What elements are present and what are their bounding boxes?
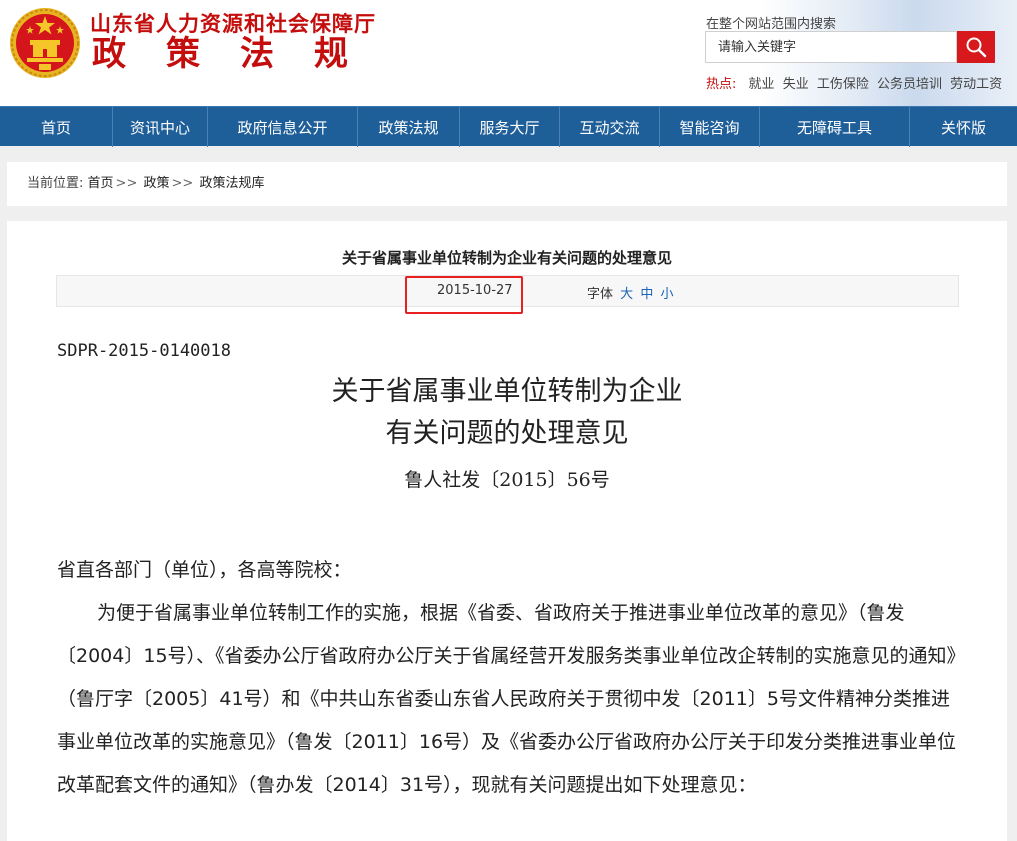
hot-link[interactable]: 公务员培训 bbox=[877, 77, 942, 92]
search-icon bbox=[966, 37, 987, 58]
nav-item-accessibility[interactable]: 无障碍工具 bbox=[760, 107, 910, 147]
font-size-label: 字体 bbox=[587, 287, 614, 302]
document-number: 鲁人社发〔2015〕56号 bbox=[404, 469, 610, 491]
hot-label: 热点: bbox=[706, 77, 737, 92]
breadcrumb-separator: >> bbox=[171, 176, 194, 191]
hot-link[interactable]: 失业 bbox=[783, 77, 809, 92]
hot-keywords: 热点: 就业 失业 工伤保险 公务员培训 劳动工资 bbox=[706, 73, 1006, 92]
breadcrumb-policy[interactable]: 政策 bbox=[143, 176, 169, 191]
font-size-large-button[interactable]: 大 bbox=[620, 287, 633, 302]
document-title-line: 有关问题的处理意见 bbox=[385, 418, 629, 449]
article-body: 省直各部门（单位），各高等院校： 为便于省属事业单位转制工作的实施，根据《省委、… bbox=[57, 549, 962, 807]
body-paragraph: 为便于省属事业单位转制工作的实施，根据《省委、省政府关于推进事业单位改革的意见》… bbox=[57, 602, 957, 796]
breadcrumb-home[interactable]: 首页 bbox=[88, 176, 114, 191]
font-size-medium-button[interactable]: 中 bbox=[640, 287, 653, 302]
nav-item-service-hall[interactable]: 服务大厅 bbox=[460, 107, 560, 147]
nav-item-home[interactable]: 首页 bbox=[0, 107, 113, 147]
search-box bbox=[705, 31, 957, 63]
document-title: 关于省属事业单位转制为企业 有关问题的处理意见 bbox=[7, 371, 1007, 455]
main-nav: 首页 资讯中心 政府信息公开 政策法规 服务大厅 互动交流 智能咨询 无障碍工具… bbox=[0, 106, 1017, 147]
date-highlight-box bbox=[405, 276, 523, 314]
hot-link[interactable]: 工伤保险 bbox=[817, 77, 869, 92]
national-emblem-icon[interactable] bbox=[8, 6, 82, 80]
breadcrumb-policy-library[interactable]: 政策法规库 bbox=[199, 176, 264, 191]
nav-item-gov-info[interactable]: 政府信息公开 bbox=[208, 107, 358, 147]
document-title-line: 关于省属事业单位转制为企业 bbox=[331, 376, 683, 407]
article-panel: 关于省属事业单位转制为企业有关问题的处理意见 2015-10-27 字体 大 中… bbox=[7, 221, 1007, 841]
hot-link[interactable]: 劳动工资 bbox=[950, 77, 1002, 92]
nav-item-care-mode[interactable]: 关怀版 bbox=[910, 107, 1017, 147]
nav-item-smart-consult[interactable]: 智能咨询 bbox=[660, 107, 760, 147]
nav-item-interaction[interactable]: 互动交流 bbox=[560, 107, 660, 147]
search-input[interactable] bbox=[706, 32, 956, 62]
nav-item-news[interactable]: 资讯中心 bbox=[113, 107, 208, 147]
document-code: SDPR-2015-0140018 bbox=[57, 341, 231, 361]
salutation: 省直各部门（单位），各高等院校： bbox=[57, 559, 352, 581]
font-size-small-button[interactable]: 小 bbox=[660, 287, 673, 302]
breadcrumb-prefix: 当前位置: bbox=[27, 176, 84, 191]
site-header: 山东省人力资源和社会保障厅 政策法规 在整个网站范围内搜索 热点: 就业 失业 … bbox=[0, 0, 1017, 106]
search-caption: 在整个网站范围内搜索 bbox=[706, 17, 837, 32]
breadcrumb-separator: >> bbox=[115, 176, 138, 191]
article-title: 关于省属事业单位转制为企业有关问题的处理意见 bbox=[341, 249, 672, 267]
search-button[interactable] bbox=[957, 31, 995, 63]
nav-item-policy[interactable]: 政策法规 bbox=[358, 107, 460, 147]
breadcrumb: 当前位置: 首页 >> 政策 >> 政策法规库 bbox=[7, 162, 1007, 206]
hot-link[interactable]: 就业 bbox=[749, 77, 775, 92]
font-size-switcher: 字体 大 中 小 bbox=[587, 283, 673, 302]
section-name: 政策法规 bbox=[92, 34, 388, 74]
